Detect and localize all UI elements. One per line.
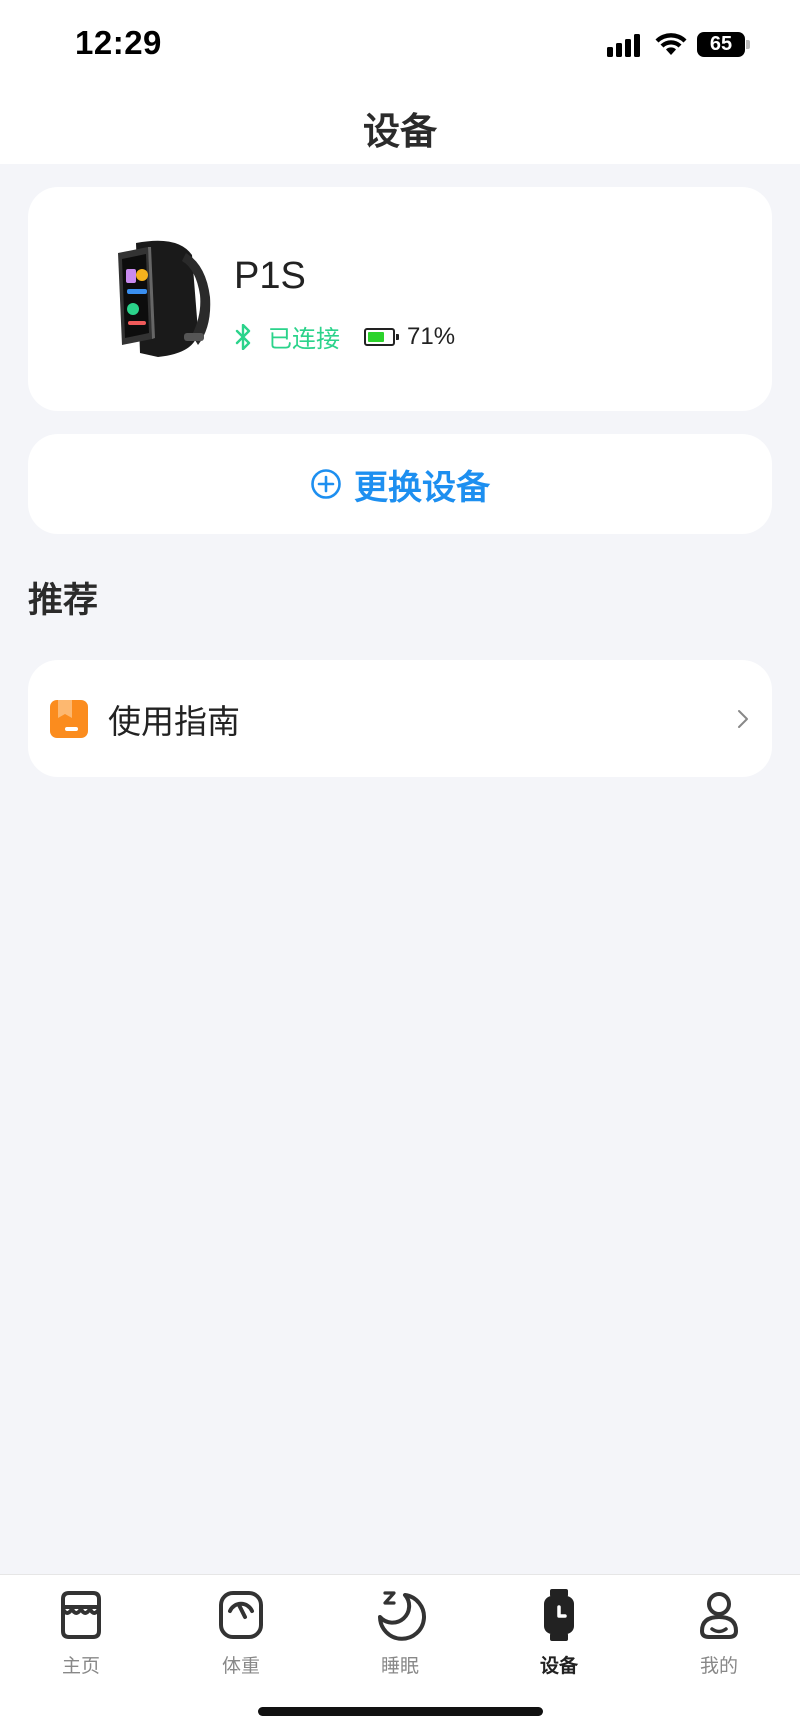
cellular-signal-icon xyxy=(607,33,640,57)
device-status-row: 已连接 71% xyxy=(234,319,455,354)
battery-fill xyxy=(368,331,384,342)
chevron-right-icon xyxy=(738,709,748,728)
device-name: P1S xyxy=(234,255,306,297)
battery-icon xyxy=(364,327,395,346)
page-title: 设备 xyxy=(363,110,437,153)
profile-icon xyxy=(699,1592,739,1639)
bluetooth-icon xyxy=(235,323,251,350)
tab-label-device: 设备 xyxy=(539,1655,578,1677)
page-header: 设备 xyxy=(0,92,800,164)
connection-status: 已连接 xyxy=(268,325,340,353)
tab-label-home: 主页 xyxy=(61,1655,100,1677)
device-card[interactable]: P1S 已连接 71% xyxy=(28,187,772,411)
battery-percent: 71% xyxy=(407,322,456,350)
change-device-button[interactable]: 更换设备 xyxy=(28,434,772,534)
tab-weight[interactable]: 体重 xyxy=(181,1587,301,1678)
battery-tip xyxy=(396,333,399,340)
tab-device[interactable]: 设备 xyxy=(499,1587,619,1678)
status-bar: 12:29 65 xyxy=(0,0,800,92)
device-battery: 71% xyxy=(364,323,455,351)
tab-home[interactable]: 主页 xyxy=(21,1587,141,1678)
wifi-icon xyxy=(655,32,687,55)
tab-label-weight: 体重 xyxy=(221,1655,260,1677)
scale-icon xyxy=(219,1591,263,1639)
home-indicator xyxy=(258,1707,543,1716)
user-guide-item[interactable]: 使用指南 xyxy=(28,660,772,777)
change-device-label: 更换设备 xyxy=(354,467,490,508)
plus-circle-icon xyxy=(311,469,341,499)
home-icon xyxy=(61,1591,101,1639)
tab-sleep[interactable]: 睡眠 xyxy=(340,1587,460,1678)
tab-label-profile: 我的 xyxy=(699,1655,738,1677)
status-time: 12:29 xyxy=(75,24,162,61)
user-guide-label: 使用指南 xyxy=(108,701,240,741)
battery-cap xyxy=(746,40,750,49)
tab-label-sleep: 睡眠 xyxy=(380,1655,419,1677)
watch-icon xyxy=(544,1589,574,1641)
tab-profile[interactable]: 我的 xyxy=(659,1587,779,1678)
sleep-moon-icon xyxy=(378,1591,426,1641)
guide-book-icon xyxy=(50,699,88,738)
recommend-section-title: 推荐 xyxy=(28,581,99,621)
smart-band-image xyxy=(118,240,211,357)
battery-indicator: 65 xyxy=(697,32,745,57)
status-icons: 65 xyxy=(607,32,750,57)
